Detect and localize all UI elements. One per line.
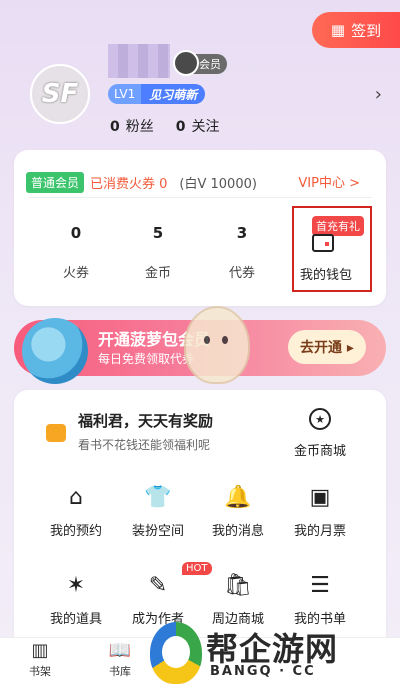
welfare-title[interactable]: 福利君，天天有奖励 bbox=[78, 410, 213, 431]
watermark-logo bbox=[150, 622, 202, 684]
mascot-icon bbox=[173, 50, 199, 76]
banner-subtitle: 每日免费领取代券 bbox=[98, 352, 195, 366]
grid-monthly-ticket[interactable]: ▣ 我的月票 bbox=[278, 484, 362, 540]
chevron-right-icon[interactable]: › bbox=[375, 84, 382, 105]
tab-bookshelf[interactable]: ▥ 书架 bbox=[20, 640, 60, 679]
character-illustration bbox=[22, 318, 88, 384]
membership-badge: 普通会员 bbox=[26, 172, 85, 193]
calendar-icon: ▦ bbox=[330, 21, 346, 39]
spent-text: 已消费火券 0 bbox=[90, 177, 168, 192]
wand-icon: ✶ bbox=[66, 572, 86, 598]
asset-vouchers[interactable]: 3 代券 bbox=[212, 224, 272, 281]
asset-coins[interactable]: 5 金币 bbox=[128, 224, 188, 281]
fans-stat[interactable]: 0 粉丝 bbox=[110, 116, 154, 136]
wallet-label: 我的钱包 bbox=[300, 268, 353, 283]
grid-messages[interactable]: 🔔 我的消息 bbox=[196, 484, 280, 540]
home-clock-icon: ⌂ bbox=[69, 484, 83, 510]
watermark-url: BANGQ · CC bbox=[210, 664, 316, 679]
gift-box-icon bbox=[46, 424, 66, 442]
social-stats: 0 粉丝 0 关注 bbox=[110, 116, 220, 136]
shirt-icon: 👕 bbox=[144, 484, 172, 510]
tab-library[interactable]: 📖 书库 bbox=[100, 640, 140, 679]
grid-reservations[interactable]: ⌂ 我的预约 bbox=[34, 484, 118, 540]
signin-label: 签到 bbox=[351, 21, 382, 40]
member-tag[interactable]: 会员 bbox=[173, 50, 227, 76]
level-title: 见习萌新 bbox=[141, 84, 206, 104]
ticket-icon: ▣ bbox=[309, 484, 331, 510]
membership-row: 普通会员 已消费火券 0 (白V 10000) bbox=[26, 172, 257, 193]
grid-booklist[interactable]: ☰ 我的书单 bbox=[278, 572, 362, 628]
mascot-overlay-icon bbox=[184, 306, 250, 384]
asset-huoquan[interactable]: 0 火券 bbox=[46, 224, 106, 281]
bell-icon: 🔔 bbox=[224, 484, 252, 510]
grid-dressup[interactable]: 👕 装扮空间 bbox=[116, 484, 200, 540]
welfare-subtitle: 看书不花钱还能领福利呢 bbox=[78, 438, 211, 452]
follow-stat[interactable]: 0 关注 bbox=[176, 116, 220, 136]
level-badge[interactable]: LV1 见习萌新 bbox=[108, 84, 206, 104]
balance-text: (白V 10000) bbox=[179, 177, 257, 192]
username-pixelated bbox=[108, 44, 170, 78]
bag-icon: 🛍 bbox=[224, 572, 252, 598]
vip-center-link[interactable]: VIP中心 > bbox=[298, 172, 360, 191]
first-charge-tag: 首充有礼 bbox=[312, 216, 364, 236]
level-number: LV1 bbox=[108, 84, 142, 104]
my-wallet-button[interactable]: 首充有礼 我的钱包 bbox=[292, 206, 372, 292]
open-vip-button[interactable]: 去开通 ▸ bbox=[288, 330, 366, 364]
bookshelf-icon: ▥ bbox=[31, 640, 49, 661]
divider bbox=[28, 197, 372, 198]
open-book-icon: 📖 bbox=[108, 640, 132, 661]
grid-become-author[interactable]: ✎ HOT 成为作者 bbox=[116, 562, 212, 627]
avatar[interactable]: SF bbox=[30, 64, 90, 124]
signin-button[interactable]: ▦ 签到 bbox=[312, 12, 400, 48]
booklist-icon: ☰ bbox=[310, 572, 330, 598]
wallet-icon bbox=[312, 234, 334, 252]
author-icon: ✎ HOT bbox=[144, 562, 212, 598]
star-coin-icon: ★ bbox=[309, 408, 331, 430]
grid-merch-store[interactable]: 🛍 周边商城 bbox=[196, 572, 280, 628]
grid-items[interactable]: ✶ 我的道具 bbox=[34, 572, 118, 628]
coin-store-button[interactable]: ★ 金币商城 bbox=[290, 408, 350, 459]
